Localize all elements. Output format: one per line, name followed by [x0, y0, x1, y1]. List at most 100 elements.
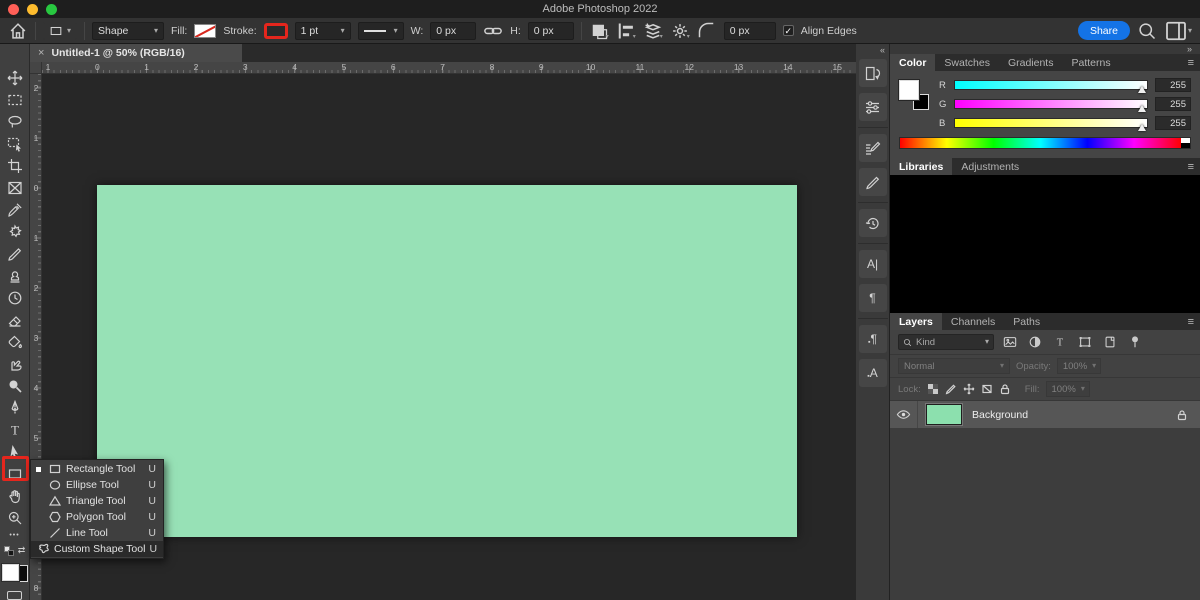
screen-mode-icon[interactable] [7, 591, 22, 600]
path-arrangement-icon[interactable]: ▾ [643, 21, 663, 41]
tab-adjustments[interactable]: Adjustments [952, 158, 1028, 175]
document-canvas[interactable] [97, 185, 797, 537]
clone-stamp-tool[interactable] [4, 268, 26, 284]
layer-filter-select[interactable]: Kind ▾ [898, 334, 994, 350]
menu-item-ellipse-tool[interactable]: Ellipse Tool U [31, 477, 163, 493]
tab-swatches[interactable]: Swatches [935, 54, 999, 71]
search-icon[interactable] [1137, 21, 1157, 41]
workspace-switcher-icon[interactable]: ▾ [1164, 21, 1192, 41]
paint-bucket-tool[interactable] [4, 334, 26, 350]
layer-lock-icon[interactable] [1176, 409, 1200, 421]
pen-tool[interactable] [4, 400, 26, 416]
tab-paths[interactable]: Paths [1004, 313, 1049, 330]
tool-preset-picker[interactable]: ▾ [43, 22, 77, 40]
history-panel-icon[interactable] [859, 209, 887, 237]
stroke-type-select[interactable]: ▾ [358, 22, 404, 40]
foreground-color-swatch[interactable] [2, 564, 19, 581]
history-brush-tool[interactable] [4, 290, 26, 306]
corner-radius-input[interactable]: 0 px [724, 22, 776, 40]
menu-item-line-tool[interactable]: Line Tool U [31, 525, 163, 541]
dodge-tool[interactable] [4, 378, 26, 394]
lock-position-icon[interactable] [963, 383, 975, 395]
menu-item-rectangle-tool[interactable]: Rectangle Tool U [31, 461, 163, 477]
properties-panel-icon[interactable] [859, 93, 887, 121]
spectrum-gradient[interactable] [900, 138, 1181, 148]
brush-settings-panel-icon[interactable] [859, 134, 887, 162]
hand-tool[interactable] [4, 488, 26, 504]
width-input[interactable]: 0 px [430, 22, 476, 40]
opacity-select[interactable]: 100% ▾ [1057, 358, 1101, 374]
foreground-background-swatches[interactable] [2, 564, 28, 582]
layer-row-background[interactable]: Background [890, 401, 1200, 428]
filter-adjustment-layers-icon[interactable] [1025, 335, 1044, 349]
lock-transparency-icon[interactable] [927, 383, 939, 395]
edit-toolbar-ellipsis-icon[interactable]: ••• [4, 532, 26, 539]
filter-pixel-layers-icon[interactable] [1000, 335, 1019, 349]
ruler-origin-corner[interactable] [30, 62, 42, 74]
frame-tool[interactable] [4, 180, 26, 196]
menu-item-custom-shape-tool[interactable]: Custom Shape Tool U [31, 541, 163, 557]
character-styles-panel-icon[interactable]: ▪A [859, 359, 887, 387]
green-channel-slider[interactable] [954, 99, 1148, 109]
slider-thumb[interactable] [1138, 124, 1146, 131]
share-button[interactable]: Share [1078, 21, 1130, 40]
version-history-panel-icon[interactable] [859, 59, 887, 87]
type-tool[interactable]: T [4, 422, 26, 438]
shape-settings-gear-icon[interactable]: ▾ [670, 21, 690, 41]
height-input[interactable]: 0 px [528, 22, 574, 40]
tab-channels[interactable]: Channels [942, 313, 1004, 330]
swap-colors-icon[interactable]: ⇄ [18, 545, 26, 556]
collapse-panels-icon[interactable]: « [856, 44, 889, 56]
lock-all-icon[interactable] [999, 383, 1011, 395]
brushes-panel-icon[interactable] [859, 168, 887, 196]
eraser-tool[interactable] [4, 312, 26, 328]
foreground-background-swatches[interactable] [899, 80, 929, 110]
menu-item-triangle-tool[interactable]: Triangle Tool U [31, 493, 163, 509]
close-tab-icon[interactable]: × [38, 47, 44, 59]
home-icon[interactable] [8, 21, 28, 41]
tool-mode-select[interactable]: Shape ▾ [92, 22, 164, 40]
blue-channel-value[interactable]: 255 [1155, 116, 1191, 130]
layer-visibility-eye-icon[interactable] [890, 401, 918, 428]
horizontal-ruler[interactable]: 10123456789101112131415 [42, 62, 856, 74]
zoom-tool[interactable] [4, 510, 26, 526]
layer-thumbnail[interactable] [926, 404, 962, 425]
document-tab[interactable]: × Untitled-1 @ 50% (RGB/16) [30, 44, 242, 62]
filter-toggle-icon[interactable] [1125, 335, 1144, 349]
green-channel-value[interactable]: 255 [1155, 97, 1191, 111]
slider-thumb[interactable] [1138, 105, 1146, 112]
default-colors-icon[interactable] [4, 546, 14, 556]
blue-channel-slider[interactable] [954, 118, 1148, 128]
tab-patterns[interactable]: Patterns [1062, 54, 1119, 71]
slider-thumb[interactable] [1138, 86, 1146, 93]
panel-menu-icon[interactable]: ≡ [1188, 158, 1200, 175]
move-tool[interactable] [4, 70, 26, 86]
brush-tool[interactable] [4, 246, 26, 262]
fill-select[interactable]: 100% ▾ [1046, 381, 1090, 397]
path-alignment-icon[interactable]: ▾ [616, 21, 636, 41]
fill-swatch[interactable] [194, 24, 216, 38]
rectangular-marquee-tool[interactable] [4, 92, 26, 108]
healing-brush-tool[interactable] [4, 224, 26, 240]
stroke-swatch[interactable] [264, 23, 288, 39]
eyedropper-tool[interactable] [4, 202, 26, 218]
panel-menu-icon[interactable]: ≡ [1188, 54, 1200, 71]
lock-image-icon[interactable] [945, 383, 957, 395]
tab-color[interactable]: Color [890, 54, 935, 71]
red-channel-slider[interactable] [954, 80, 1148, 90]
red-channel-value[interactable]: 255 [1155, 78, 1191, 92]
tab-layers[interactable]: Layers [890, 313, 942, 330]
lock-artboard-icon[interactable] [981, 383, 993, 395]
panel-menu-icon[interactable]: ≡ [1188, 313, 1200, 330]
paragraph-panel-icon[interactable]: ¶ [859, 284, 887, 312]
path-operations-icon[interactable]: ▾ [589, 21, 609, 41]
smudge-tool[interactable] [4, 356, 26, 372]
tab-libraries[interactable]: Libraries [890, 158, 952, 175]
white-black-ramp[interactable] [1181, 138, 1190, 148]
blend-mode-select[interactable]: Normal ▾ [898, 358, 1010, 374]
link-dimensions-icon[interactable] [483, 21, 503, 41]
expand-panels-icon[interactable]: » [890, 44, 1200, 54]
stroke-width-select[interactable]: 1 pt ▾ [295, 22, 351, 40]
tab-gradients[interactable]: Gradients [999, 54, 1063, 71]
align-edges-checkbox[interactable]: ✓ [783, 25, 794, 36]
